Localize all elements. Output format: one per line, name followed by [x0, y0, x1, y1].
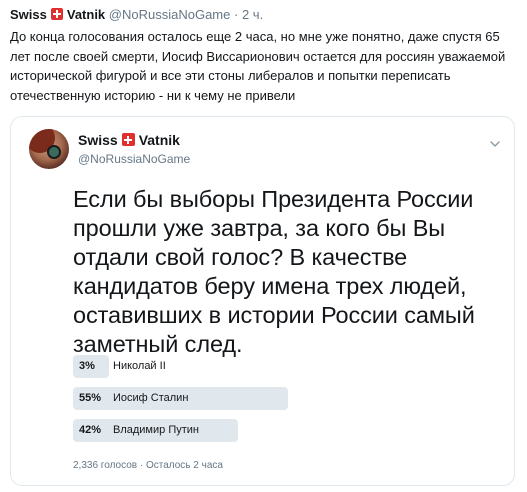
avatar[interactable]	[29, 129, 69, 169]
quoted-author-name-suffix[interactable]: Vatnik	[139, 132, 180, 148]
poll-question: Если бы выборы Президента России прошли …	[73, 186, 475, 357]
tweet-text: До конца голосования осталось еще 2 часа…	[10, 29, 506, 103]
swiss-flag-icon	[50, 8, 63, 20]
author-handle[interactable]: @NoRussiaNoGame	[109, 7, 231, 22]
poll-option-label: Владимир Путин	[113, 424, 199, 436]
header-separator: ·	[233, 7, 239, 22]
author-name-suffix[interactable]: Vatnik	[67, 7, 105, 22]
tweet-timestamp[interactable]: 2 ч.	[242, 7, 263, 22]
author-name[interactable]: Swiss Vatnik	[10, 7, 109, 22]
poll-option-percent: 3%	[79, 360, 95, 372]
poll-time-remaining: Осталось 2 часа	[145, 460, 223, 471]
poll-footer-separator: ·	[139, 460, 144, 471]
avatar-eye	[47, 145, 61, 159]
poll-option-percent: 55%	[79, 392, 102, 404]
author-name-first[interactable]: Swiss	[10, 7, 47, 22]
swiss-flag-icon	[121, 133, 135, 146]
quoted-author-name-first[interactable]: Swiss	[78, 132, 118, 148]
quoted-author-name[interactable]: Swiss Vatnik	[78, 131, 180, 149]
poll-option-percent: 42%	[79, 424, 102, 436]
poll-vote-count: 2,336 голосов	[73, 460, 138, 471]
quoted-tweet-card[interactable]: Swiss Vatnik @NoRussiaNoGame Если бы выбо…	[10, 116, 515, 486]
tweet-header: Swiss Vatnik @NoRussiaNoGame · 2 ч.	[10, 6, 263, 24]
poll-footer: 2,336 голосов · Осталось 2 часа	[73, 460, 223, 471]
poll-option-label: Иосиф Сталин	[113, 392, 189, 404]
poll-option-label: Николай II	[113, 360, 166, 372]
chevron-down-icon[interactable]	[490, 139, 500, 149]
quoted-author-handle[interactable]: @NoRussiaNoGame	[78, 152, 190, 166]
